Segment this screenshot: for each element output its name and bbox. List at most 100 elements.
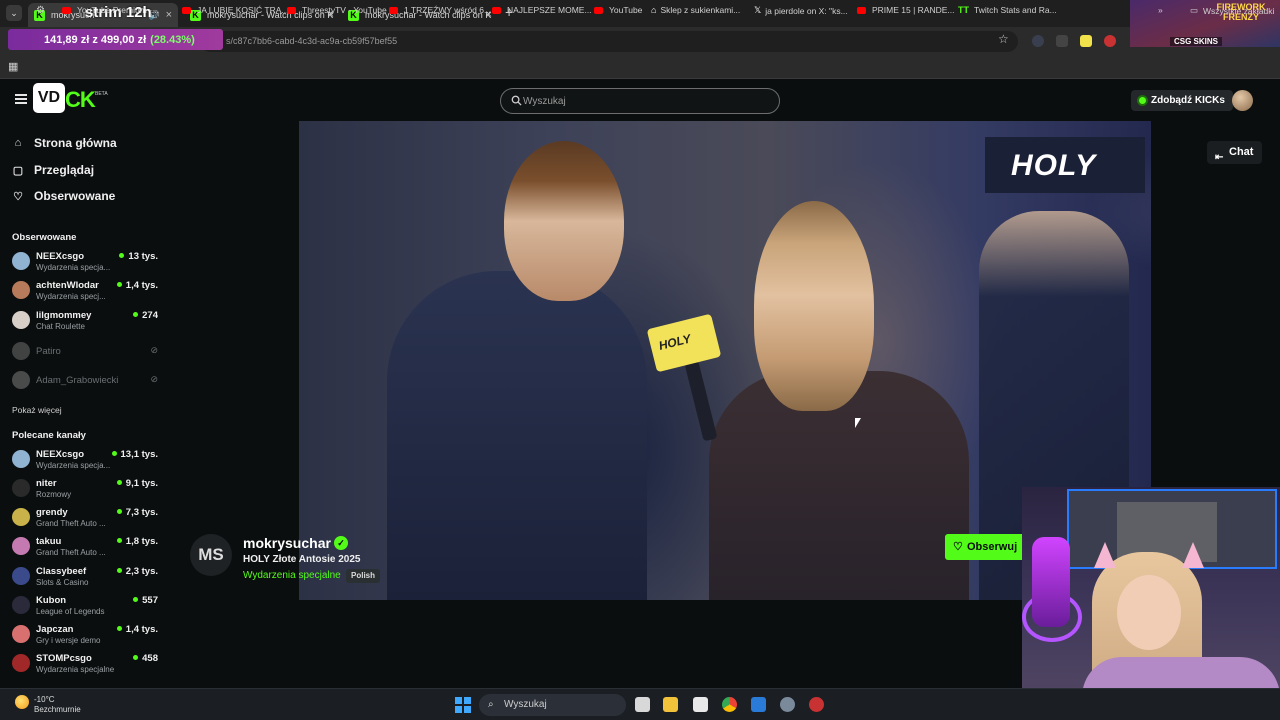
verified-badge-icon: ✓ — [334, 536, 348, 550]
following-section-title: Obserwowane — [12, 232, 77, 243]
apps-grid-icon[interactable]: ▦ — [8, 60, 18, 73]
close-tab-icon[interactable]: × — [166, 9, 172, 21]
live-dot-icon — [116, 568, 122, 573]
menu-icon[interactable] — [15, 94, 27, 104]
webcam-microphone — [1032, 537, 1070, 627]
avatar — [12, 567, 30, 585]
streamer-name[interactable]: mokrysuchar — [243, 535, 331, 551]
price-separator: z — [92, 33, 98, 46]
avatar — [12, 252, 30, 270]
nav-following[interactable]: ♡ Obserwowane — [12, 187, 115, 205]
streamer-avatar[interactable]: MS — [190, 534, 232, 576]
search-icon — [511, 95, 522, 106]
extension-icon[interactable] — [1080, 35, 1092, 47]
recommended-section-title: Polecane kanały — [12, 430, 86, 441]
store-icon[interactable] — [693, 697, 708, 712]
chrome-icon[interactable] — [722, 697, 737, 712]
browse-icon: ▢ — [12, 164, 24, 177]
youtube-icon — [182, 6, 191, 14]
live-dot-icon — [133, 597, 139, 602]
bookmark-item[interactable]: ⌂ Sklep z sukienkami... — [651, 5, 740, 15]
bookmark-item[interactable]: 1 TRZEŹWY wśród 6... — [389, 5, 491, 15]
expand-chat-icon: ⇤ — [1215, 152, 1224, 163]
search-bar[interactable] — [500, 88, 780, 114]
app-icon[interactable] — [809, 697, 824, 712]
youtube-icon — [857, 6, 866, 14]
recommended-channel[interactable]: takuu Grand Theft Auto ... 1,8 tys. — [12, 534, 164, 560]
live-dot-icon — [111, 451, 117, 456]
bookmark-settings-icon[interactable]: ⚙ — [36, 5, 45, 16]
all-bookmarks[interactable]: ▭ Wszystkie zakładki — [1190, 5, 1274, 16]
avatar — [12, 281, 30, 299]
bookmark-item[interactable]: JA LUBIĘ KOSIĆ TRA... — [182, 5, 288, 15]
site-logo-text: CK — [65, 87, 96, 112]
search-input[interactable] — [523, 89, 773, 113]
nav-browse[interactable]: ▢ Przeglądaj — [12, 161, 94, 179]
beta-badge: BETA — [95, 91, 108, 97]
bookmark-star-icon[interactable]: ☆ — [998, 32, 1009, 46]
language-tag[interactable]: Polish — [346, 569, 381, 583]
video-person-right-head — [754, 201, 874, 411]
video-mic-flag: HOLY — [646, 313, 722, 373]
settings-icon[interactable] — [780, 697, 795, 712]
nav-home[interactable]: ⌂ Strona główna — [12, 134, 117, 152]
tab-list-chevron-icon[interactable]: ⌄ — [6, 5, 22, 21]
task-view-icon[interactable] — [635, 697, 650, 712]
get-kicks-button[interactable]: Zdobądź KICKs — [1131, 90, 1233, 111]
app-icon[interactable] — [751, 697, 766, 712]
bookmarks-overflow-icon[interactable]: » — [1158, 5, 1163, 15]
bookmark-item[interactable]: YouTube — [594, 5, 642, 15]
weather-description[interactable]: Bezchmurnie — [34, 705, 81, 714]
extension-icon[interactable] — [1104, 35, 1116, 47]
avatar — [12, 479, 30, 497]
bookmark-item[interactable]: 𝕏ja pierdole on X: "ks... — [754, 5, 848, 16]
recommended-channel[interactable]: Japczan Gry i wersje demo 1,4 tys. — [12, 622, 164, 648]
heart-icon: ♡ — [953, 541, 963, 553]
live-dot-icon — [116, 282, 122, 287]
following-channel-offline[interactable]: Adam_Grabowiecki ⊘ — [12, 368, 164, 394]
price-percent: (28.43%) — [150, 33, 195, 46]
recommended-channel[interactable]: Classybeef Slots & Casino 2,3 tys. — [12, 564, 164, 590]
avatar — [12, 537, 30, 555]
extension-icon[interactable] — [1032, 35, 1044, 47]
bookmark-item[interactable]: PRIME 15 | RANDE... — [857, 5, 955, 15]
recommended-channel[interactable]: niter Rozmowy 9,1 tys. — [12, 476, 164, 502]
windows-start-icon[interactable] — [455, 697, 471, 713]
file-explorer-icon[interactable] — [663, 697, 678, 712]
weather-temperature[interactable]: -10°C — [34, 695, 55, 704]
user-avatar[interactable] — [1232, 90, 1253, 111]
follow-button[interactable]: ♡ Obserwuj — [945, 534, 1026, 560]
site-logo[interactable]: VD — [33, 83, 65, 113]
show-more-link[interactable]: Pokaż więcej — [12, 405, 62, 415]
following-channel-offline[interactable]: Patiro ⊘ — [12, 339, 164, 365]
bookmark-item[interactable]: NAJLEPSZE MOME... — [492, 5, 592, 15]
avatar — [12, 342, 30, 360]
following-channel[interactable]: NEEXcsgo Wydarzenia specja... 13 tys. — [12, 249, 164, 275]
recommended-channel[interactable]: NEEXcsgo Wydarzenia specja... 13,1 tys. — [12, 447, 164, 473]
bookmark-item[interactable]: ThreestyTV - YouTube — [287, 5, 387, 15]
bookmarks-bar — [0, 56, 1280, 79]
bookmark-item[interactable]: YouTube Premium -... — [62, 5, 159, 15]
taskbar-search[interactable]: ⌕ Wyszukaj — [479, 694, 626, 716]
recommended-channel[interactable]: STOMPcsgo Wydarzenia specjalne 458 — [12, 651, 164, 677]
url-field[interactable]: s/c87c7bb6-cabd-4c3d-ac9a-cb59f57bef55 — [200, 31, 1018, 52]
price-goal-overlay: 141,89 zł z 499,00 zł (28.43%) — [8, 29, 223, 50]
kicks-coin-icon — [1137, 95, 1148, 106]
video-person-left — [387, 271, 647, 600]
recommended-channel[interactable]: Kubon League of Legends 557 — [12, 593, 164, 619]
youtube-icon — [492, 6, 501, 14]
live-dot-icon — [116, 509, 122, 514]
weather-sun-icon[interactable] — [15, 695, 29, 709]
following-channel[interactable]: lilgmommey Chat Roulette 274 — [12, 308, 164, 334]
tt-icon: TT — [958, 5, 969, 15]
bookmark-item[interactable]: TT Twitch Stats and Ra... — [958, 5, 1057, 15]
chat-toggle-button[interactable]: ⇤ Chat — [1207, 141, 1263, 164]
recommended-channel[interactable]: grendy Grand Theft Auto ... 7,3 tys. — [12, 505, 164, 531]
extension-icon[interactable] — [1056, 35, 1068, 47]
live-dot-icon — [116, 538, 122, 543]
following-channel[interactable]: achtenWlodar Wydarzenia specj... 1,4 tys… — [12, 278, 164, 304]
webcam-cat-ears — [1090, 542, 1208, 572]
stream-category-link[interactable]: Wydarzenia specjalne — [243, 570, 341, 581]
youtube-icon — [62, 6, 71, 14]
avatar — [12, 625, 30, 643]
